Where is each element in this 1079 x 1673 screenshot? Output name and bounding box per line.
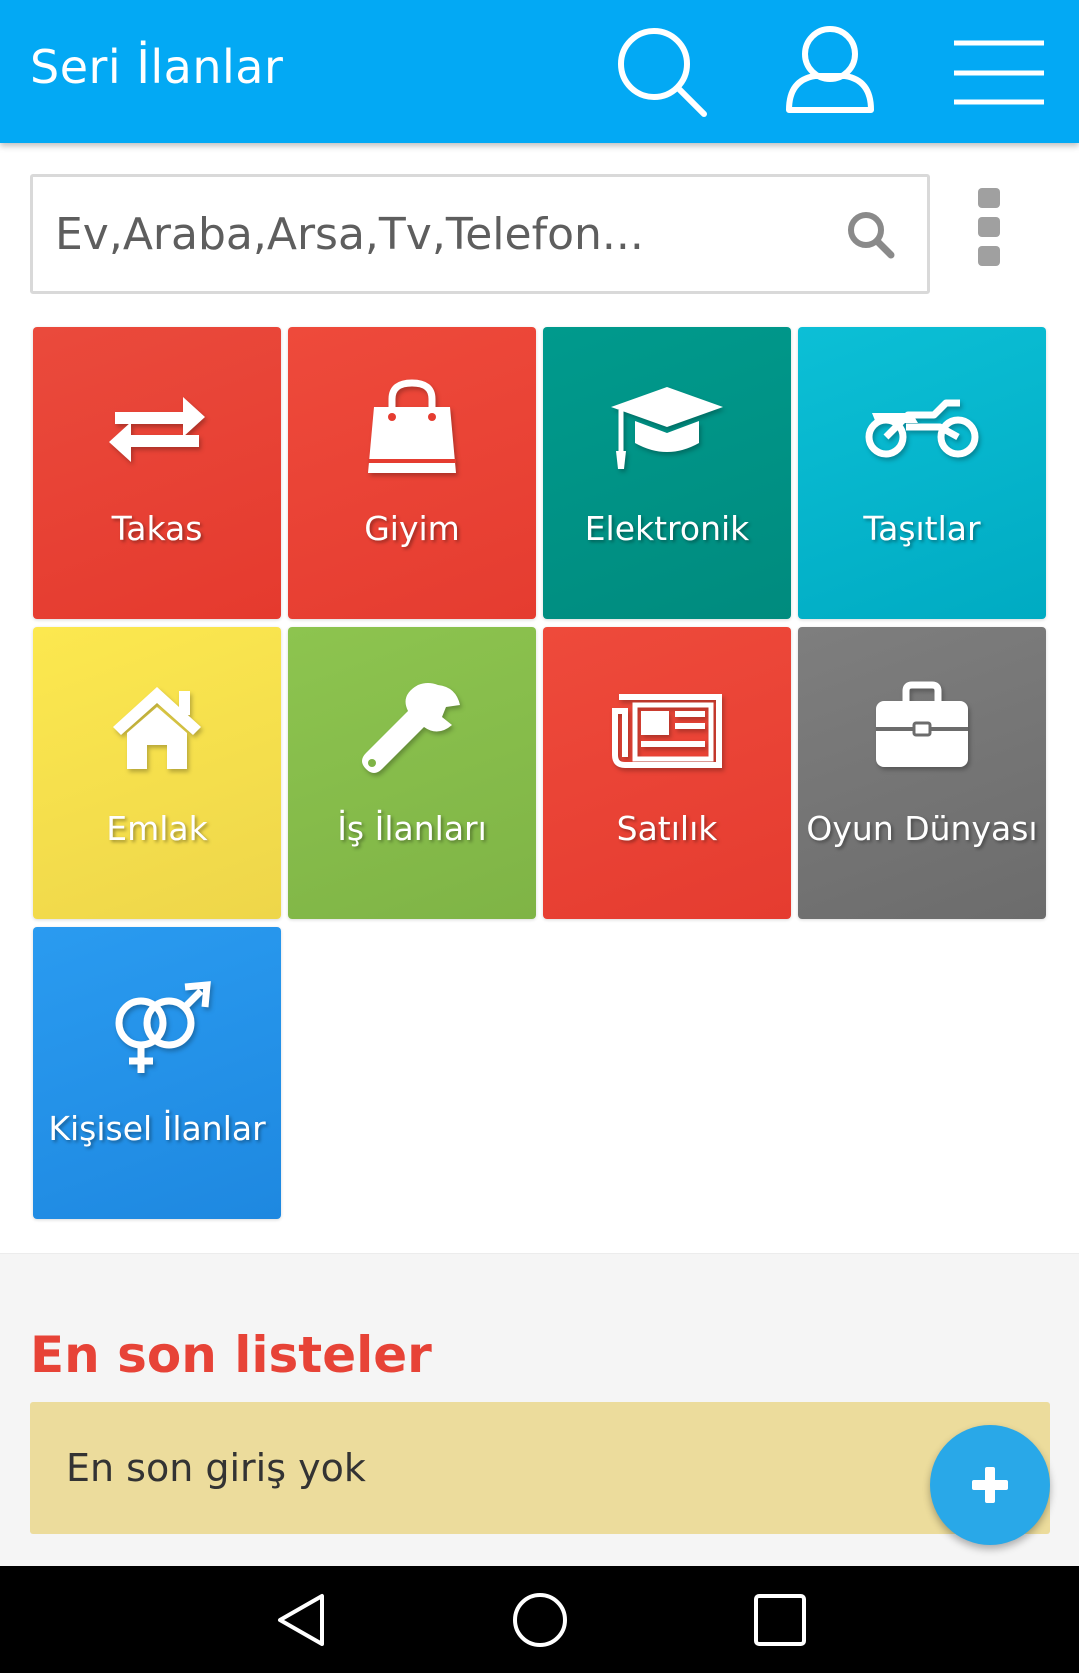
category-tile-elektronik[interactable]: Elektronik — [543, 327, 791, 619]
category-tile-satilik[interactable]: Satılık — [543, 627, 791, 919]
section-title: En son listeler — [30, 1326, 432, 1384]
gender-symbols-icon — [115, 981, 211, 1073]
search-icon[interactable] — [845, 209, 897, 261]
recent-apps-square-icon — [754, 1594, 806, 1646]
search-box — [30, 174, 930, 294]
house-icon — [113, 687, 201, 769]
app-title: Seri İlanlar — [30, 40, 284, 94]
category-label: Taşıtlar — [863, 509, 981, 548]
back-triangle-icon — [278, 1594, 324, 1646]
motorcycle-icon — [865, 399, 979, 458]
search-input[interactable] — [55, 177, 835, 291]
category-label: Satılık — [616, 809, 718, 848]
category-label: Takas — [111, 509, 203, 548]
add-listing-button[interactable] — [930, 1425, 1050, 1545]
home-circle-icon — [513, 1593, 567, 1647]
back-button[interactable] — [270, 1590, 330, 1650]
category-label: İş İlanları — [337, 809, 487, 848]
newspaper-icon — [612, 694, 722, 768]
category-tile-tasitlar[interactable]: Taşıtlar — [798, 327, 1046, 619]
search-icon — [618, 28, 707, 117]
more-options-button[interactable] — [972, 188, 1006, 268]
category-tile-oyun-dunyasi[interactable]: Oyun Dünyası — [798, 627, 1046, 919]
category-tile-emlak[interactable]: Emlak — [33, 627, 281, 919]
graduation-cap-icon — [611, 387, 723, 469]
category-tile-takas[interactable]: Takas — [33, 327, 281, 619]
wrench-icon — [362, 683, 460, 773]
menu-button[interactable] — [944, 18, 1054, 128]
category-label: Kişisel İlanlar — [48, 1109, 266, 1148]
category-label: Giyim — [364, 509, 460, 548]
category-label: Elektronik — [584, 509, 750, 548]
recent-apps-button[interactable] — [750, 1590, 810, 1650]
briefcase-icon — [876, 681, 968, 767]
home-button[interactable] — [510, 1590, 570, 1650]
empty-state-banner: En son giriş yok — [30, 1402, 1050, 1534]
search-button[interactable] — [608, 18, 718, 128]
latest-lists-section: En son listeler En son giriş yok — [0, 1253, 1079, 1566]
category-label: Oyun Dünyası — [806, 809, 1038, 848]
system-navigation-bar — [0, 1566, 1079, 1673]
profile-button[interactable] — [775, 18, 885, 128]
category-tile-is-ilanlari[interactable]: İş İlanları — [288, 627, 536, 919]
category-tile-giyim[interactable]: Giyim — [288, 327, 536, 619]
empty-state-text: En son giriş yok — [66, 1446, 366, 1490]
user-icon — [786, 26, 874, 113]
shopping-bag-icon — [368, 379, 456, 473]
plus-icon — [972, 1467, 1008, 1503]
app-bar: Seri İlanlar — [0, 0, 1079, 143]
exchange-arrows-icon — [109, 397, 205, 462]
app-screen: Seri İlanlar Ev,Araba,Arsa,Tv,Telefon...… — [0, 0, 1079, 1673]
category-label: Emlak — [106, 809, 208, 848]
category-tile-kisisel-ilanlar[interactable]: Kişisel İlanlar — [33, 927, 281, 1219]
more-vertical-icon — [972, 188, 1006, 266]
hamburger-menu-icon — [954, 40, 1044, 105]
